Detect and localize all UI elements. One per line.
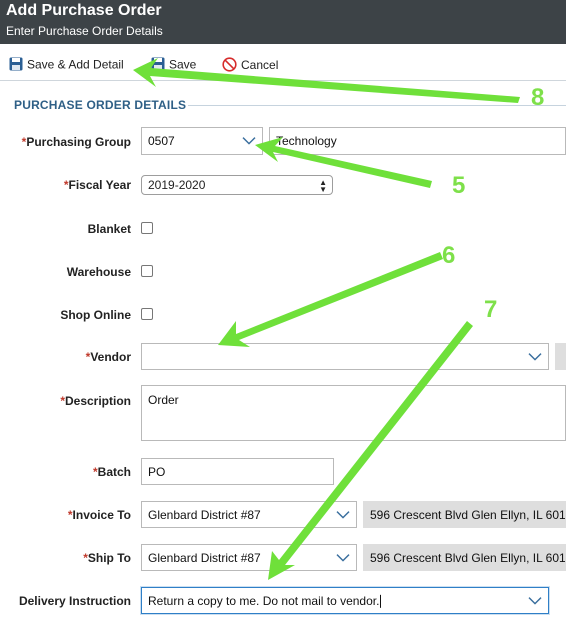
fiscal-year-select[interactable]: 2019-2020 ▲ ▼ bbox=[141, 175, 333, 195]
fiscal-year-label: *Fiscal Year bbox=[63, 178, 131, 192]
save-label: Save bbox=[169, 57, 197, 72]
annotation-number-7: 7 bbox=[484, 296, 498, 323]
section-divider bbox=[188, 105, 566, 106]
batch-label: *Batch bbox=[92, 465, 131, 479]
purchasing-group-select[interactable]: 0507 bbox=[141, 127, 263, 155]
invoice-to-select[interactable]: Glenbard District #87 bbox=[141, 501, 357, 528]
purchasing-group-name-field: Technology bbox=[269, 127, 566, 155]
arrow-6 bbox=[218, 252, 443, 347]
chevron-down-icon bbox=[336, 553, 350, 562]
delivery-instruction-label: Delivery Instruction bbox=[18, 594, 131, 608]
save-button[interactable]: Save bbox=[151, 57, 196, 74]
warehouse-label: Warehouse bbox=[66, 265, 131, 279]
ship-to-select[interactable]: Glenbard District #87 bbox=[141, 544, 357, 571]
annotation-number-8: 8 bbox=[531, 84, 545, 111]
section-title: PURCHASE ORDER DETAILS bbox=[14, 98, 187, 112]
annotation-number-6: 6 bbox=[442, 242, 456, 269]
blanket-checkbox[interactable] bbox=[141, 222, 153, 234]
purchasing-group-label: *Purchasing Group bbox=[21, 135, 131, 149]
floppy-disk-icon bbox=[151, 57, 165, 74]
cancel-label: Cancel bbox=[241, 58, 279, 73]
save-and-add-detail-label: Save & Add Detail bbox=[27, 57, 124, 72]
chevron-down-icon bbox=[528, 596, 542, 605]
floppy-disk-icon bbox=[9, 57, 23, 74]
vendor-label: *Vendor bbox=[85, 350, 131, 364]
cancel-icon bbox=[222, 57, 237, 75]
toolbar: Save & Add Detail Save Cancel bbox=[0, 44, 566, 81]
ship-to-address: 596 Crescent Blvd Glen Ellyn, IL 601 bbox=[363, 544, 566, 571]
chevron-down-icon bbox=[528, 352, 542, 361]
save-and-add-detail-button[interactable]: Save & Add Detail bbox=[9, 57, 124, 74]
ship-to-label: *Ship To bbox=[83, 551, 131, 565]
cancel-button[interactable]: Cancel bbox=[222, 57, 278, 75]
shop-online-label: Shop Online bbox=[60, 308, 131, 322]
page-title: Add Purchase Order bbox=[6, 2, 162, 19]
vendor-detail-field bbox=[555, 343, 566, 370]
delivery-instruction-select[interactable]: Return a copy to me. Do not mail to vend… bbox=[141, 587, 549, 614]
annotation-number-5: 5 bbox=[452, 172, 466, 199]
page-header: Add Purchase Order Enter Purchase Order … bbox=[0, 0, 566, 44]
warehouse-checkbox[interactable] bbox=[141, 265, 153, 277]
batch-input[interactable]: PO bbox=[141, 458, 334, 485]
shop-online-checkbox[interactable] bbox=[141, 308, 153, 320]
invoice-to-label: *Invoice To bbox=[67, 508, 131, 522]
chevron-down-icon bbox=[336, 510, 350, 519]
page-subtitle: Enter Purchase Order Details bbox=[6, 24, 163, 38]
up-down-arrows-icon: ▲ ▼ bbox=[319, 178, 327, 194]
description-label: *Description bbox=[60, 394, 131, 408]
text-caret bbox=[380, 594, 382, 608]
blanket-label: Blanket bbox=[87, 222, 131, 236]
vendor-select[interactable] bbox=[141, 343, 549, 370]
invoice-to-address: 596 Crescent Blvd Glen Ellyn, IL 601 bbox=[363, 501, 566, 528]
chevron-down-icon bbox=[242, 137, 256, 145]
description-textarea[interactable]: Order bbox=[141, 385, 566, 441]
